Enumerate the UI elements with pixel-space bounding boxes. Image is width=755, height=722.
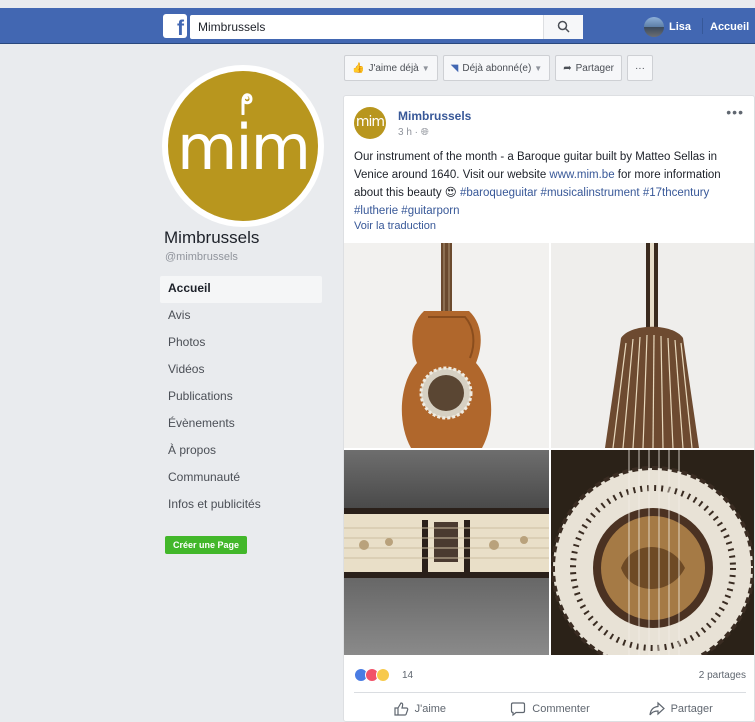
logo-text: mim [176, 111, 311, 184]
photo-fingerboard-detail[interactable] [344, 450, 549, 655]
create-page-button[interactable]: Créer une Page [165, 536, 248, 554]
facebook-logo-icon[interactable]: f [163, 14, 187, 40]
like-page-button[interactable]: 👍 J'aime déjà ▼ [344, 55, 438, 81]
chevron-down-icon: ▼ [421, 63, 430, 73]
nav-item-avis[interactable]: Avis [160, 303, 322, 330]
globe-icon: 🌐︎ [420, 127, 429, 138]
avatar [644, 17, 664, 37]
search-icon [557, 20, 570, 33]
nav-item-photos[interactable]: Photos [160, 330, 322, 357]
more-options-button[interactable]: ··· [626, 55, 653, 81]
facebook-logo-glyph: f [177, 17, 184, 40]
page-nav: Accueil Avis Photos Vidéos Publications … [160, 276, 322, 519]
post-stats: 14 2 partages [354, 666, 746, 686]
page-actions-bar: 👍 J'aime déjà ▼ ◥ Déjà abonné(e) ▼ ➦ Par… [344, 55, 653, 81]
nav-item-evenements[interactable]: Évènements [160, 411, 322, 438]
reactions-count[interactable]: 14 [402, 670, 413, 681]
thumbs-up-icon [394, 702, 408, 716]
nav-divider [702, 18, 703, 34]
search-button[interactable] [543, 15, 583, 39]
user-profile-link[interactable]: Lisa [644, 17, 691, 37]
post-author[interactable]: Mimbrussels [398, 109, 471, 123]
photo-guitar-back[interactable] [551, 243, 754, 448]
post-card: mim Mimbrussels 3 h · 🌐︎ ••• Our instrum… [343, 95, 755, 722]
post-website-link[interactable]: www.mim.be [549, 169, 614, 181]
follow-page-button[interactable]: ◥ Déjà abonné(e) ▼ [442, 55, 551, 81]
post-action-bar: J'aime Commenter Partager [354, 697, 746, 721]
user-name: Lisa [669, 21, 692, 33]
mim-logo: mim [168, 71, 318, 221]
translate-link[interactable]: Voir la traduction [354, 220, 436, 232]
nav-item-communaute[interactable]: Communauté [160, 465, 322, 492]
heart-eyes-emoji: 😍 [444, 187, 457, 199]
photo-rosette-detail[interactable] [551, 450, 754, 655]
post-time-text: 3 h · [398, 127, 419, 138]
search-input[interactable] [190, 15, 583, 39]
share-page-label: Partager [575, 62, 614, 74]
thumbs-up-icon: 👍 [352, 62, 365, 74]
more-label: ··· [634, 62, 645, 74]
home-link[interactable]: Accueil [710, 21, 749, 33]
share-page-button[interactable]: ➦ Partager [555, 55, 622, 81]
comment-icon [511, 702, 526, 717]
page-handle[interactable]: @mimbrussels [165, 251, 238, 263]
nav-item-publications[interactable]: Publications [160, 384, 322, 411]
nav-item-a-propos[interactable]: À propos [160, 438, 322, 465]
search-box[interactable] [190, 15, 583, 39]
page-profile-picture[interactable]: mim [162, 65, 324, 227]
wow-reaction-icon [376, 668, 390, 682]
chevron-down-icon: ▼ [534, 63, 543, 73]
rss-icon: ◥ [450, 62, 459, 74]
follow-page-label: Déjà abonné(e) [462, 62, 532, 74]
comment-label: Commenter [532, 703, 590, 715]
share-icon [648, 701, 665, 716]
like-label: J'aime [414, 703, 447, 715]
post-options-icon[interactable]: ••• [726, 104, 744, 120]
post-avatar[interactable]: mim [354, 107, 386, 139]
top-navigation-bar: f Lisa Accueil [0, 8, 755, 44]
photo-guitar-front[interactable] [344, 243, 549, 448]
shares-count[interactable]: 2 partages [699, 670, 746, 681]
post-text: Our instrument of the month - a Baroque … [354, 148, 749, 220]
nav-item-infos-publicites[interactable]: Infos et publicités [160, 492, 322, 519]
post-timestamp[interactable]: 3 h · 🌐︎ [398, 127, 429, 138]
like-button[interactable]: J'aime [354, 697, 485, 721]
page-name[interactable]: Mimbrussels [164, 228, 259, 248]
like-page-label: J'aime déjà [368, 62, 419, 74]
share-label: Partager [670, 703, 713, 715]
share-button[interactable]: Partager [615, 697, 746, 721]
post-photo-grid [344, 243, 754, 655]
comment-button[interactable]: Commenter [485, 697, 616, 721]
share-arrow-icon: ➦ [563, 62, 572, 74]
reactions-summary[interactable] [354, 668, 390, 682]
divider [354, 692, 746, 693]
nav-item-videos[interactable]: Vidéos [160, 357, 322, 384]
nav-item-accueil[interactable]: Accueil [160, 276, 322, 303]
